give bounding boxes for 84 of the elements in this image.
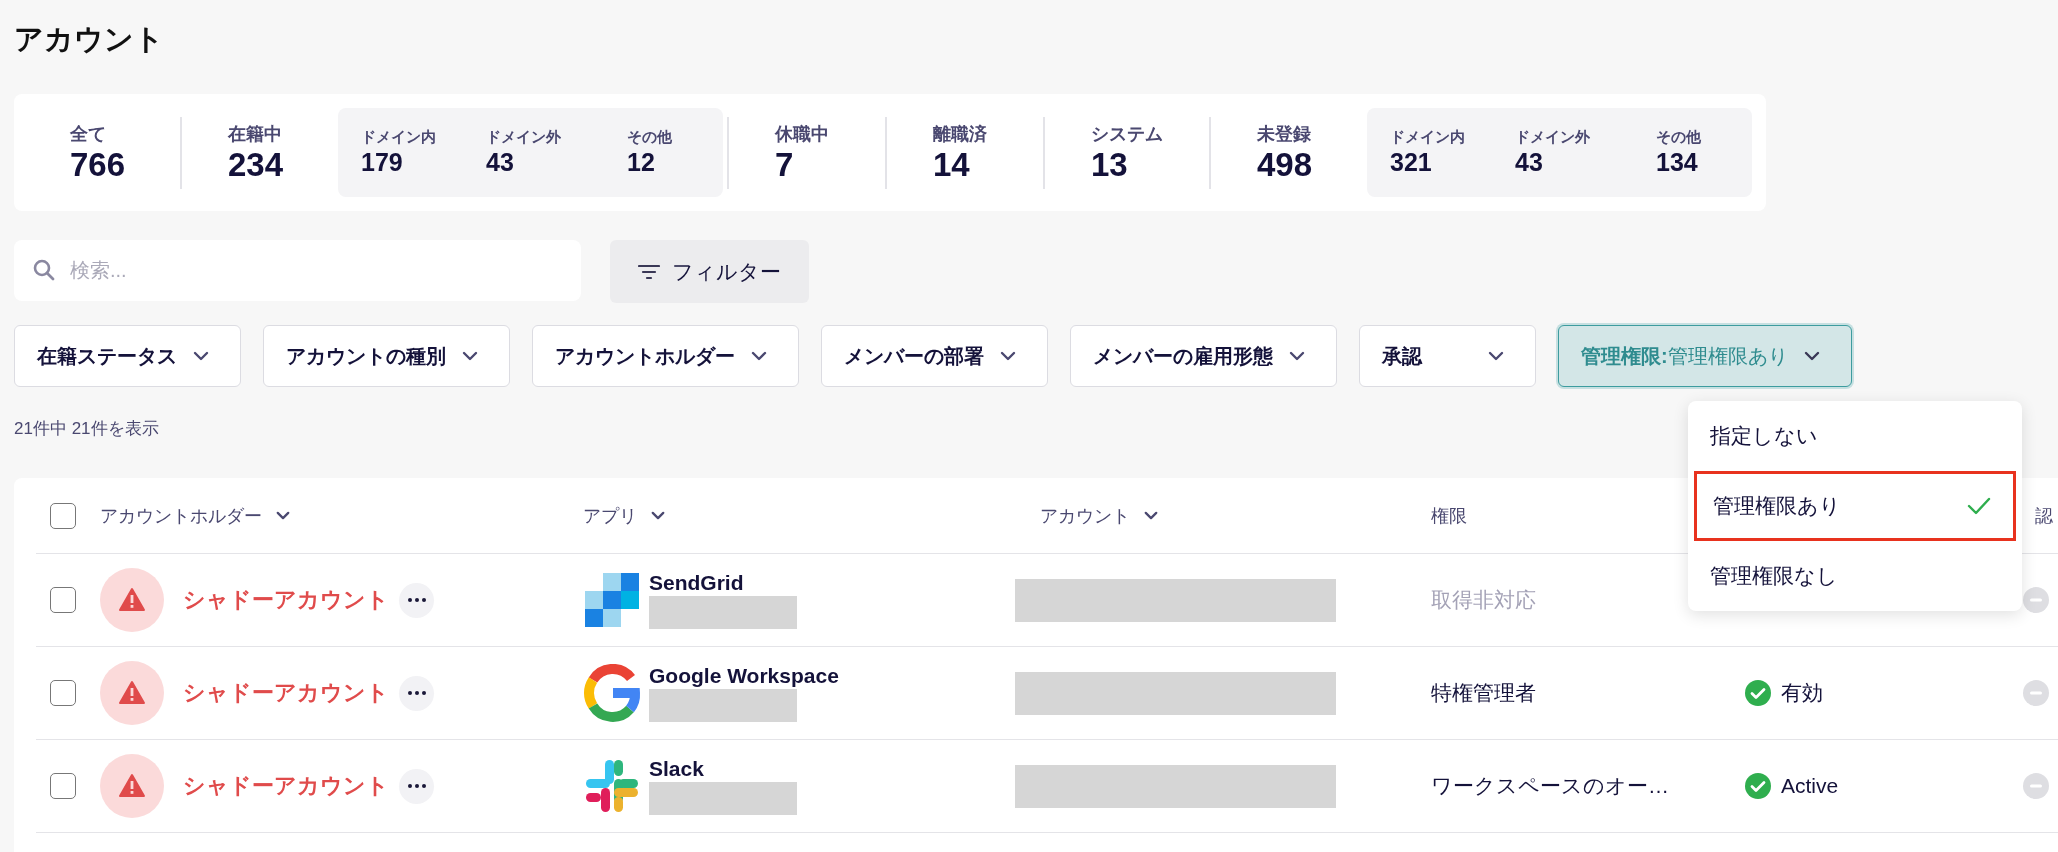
app-name: Google Workspace [649,663,839,688]
app-name: Slack [649,756,705,781]
filter-dropdown[interactable]: アカウントの種別 [263,325,510,387]
chevron-down-icon [651,511,665,520]
filter-dropdown[interactable]: アカウントホルダー [532,325,799,387]
status-text: Active [1781,774,1839,798]
checkbox[interactable] [50,587,76,613]
stat-label: ドメイン外 [486,128,562,147]
stat-value: 498 [1257,145,1314,184]
chevron-down-icon [276,511,290,520]
stat-value: 13 [1091,145,1129,184]
menu-option[interactable]: 管理権限なし [1694,541,2016,611]
stat-label: ドメイン内 [361,128,437,147]
warning-avatar-icon [100,754,164,818]
warning-avatar-icon [100,568,164,632]
chevron-down-icon [462,351,478,361]
menu-option[interactable]: 指定しない [1694,401,2016,471]
chevron-down-icon [1144,511,1158,520]
stat-label: ドメイン内 [1390,128,1466,147]
filter-button[interactable]: フィルター [610,240,809,303]
account-holder-name[interactable]: シャドーアカウント [183,771,389,801]
stat-value: 43 [486,147,515,177]
stat-value: 134 [1656,147,1699,177]
account-holder-name[interactable]: シャドーアカウント [183,678,389,708]
stat-value: 766 [70,145,127,184]
checkmark-icon [1967,497,1991,515]
stat-label: ドメイン外 [1515,128,1591,147]
column-header[interactable]: アカウントホルダー [100,503,290,528]
filter-dropdown[interactable]: メンバーの部署 [821,325,1048,387]
search-icon [32,258,56,282]
more-button[interactable] [399,675,434,711]
checkbox[interactable] [50,680,76,706]
stat-value: 179 [361,147,404,177]
stat-label: 在籍中 [228,122,283,146]
search-field[interactable]: 検索... [14,240,581,301]
stat-label: 未登録 [1257,122,1312,146]
permission-text: 特権管理者 [1431,681,1536,704]
chevron-down-icon [193,351,209,361]
stat-label: 休職中 [775,122,830,146]
chevron-down-icon [751,351,767,361]
stat-value: 12 [627,147,656,177]
stat-label: システム [1091,122,1163,146]
chevron-down-icon [1289,351,1305,361]
filter-dropdown[interactable]: メンバーの雇用形態 [1070,325,1337,387]
warning-avatar-icon [100,661,164,725]
more-icon [407,598,426,602]
minus-circle-icon [2023,680,2049,706]
app-name: SendGrid [649,570,745,595]
app-logo-icon [583,571,641,629]
column-header[interactable]: アカウント [1040,503,1158,528]
more-icon [407,691,426,695]
permission-text: ワークスペースのオー… [1431,774,1669,797]
minus-circle-icon [2023,773,2049,799]
menu-option[interactable]: 管理権限あり [1694,471,2016,541]
chevron-down-icon [1803,351,1820,361]
stat-value: 14 [933,145,971,184]
stat-value: 321 [1390,147,1433,177]
permission-text: 取得非対応 [1431,588,1536,611]
account-holder-name[interactable]: シャドーアカウント [183,585,389,615]
app-logo-icon [583,757,641,815]
stat-value: 43 [1515,147,1544,177]
chevron-down-icon [1000,351,1016,361]
filter-dropdown[interactable]: 在籍ステータス [14,325,241,387]
stat-label: その他 [627,128,673,147]
more-button[interactable] [399,582,434,618]
chevron-down-icon [1488,351,1504,361]
column-header[interactable]: 権限 [1431,503,1467,528]
app-logo-icon [583,664,641,722]
stat-label: 離職済 [933,122,988,146]
stat-label: 全て [70,122,107,146]
result-count: 21件中 21件を表示 [14,418,159,440]
filter-dropdown[interactable]: 承認 [1359,325,1536,387]
more-button[interactable] [399,768,434,804]
more-icon [407,784,426,788]
column-header[interactable]: アプリ [583,503,665,528]
stat-label: その他 [1656,128,1702,147]
stat-value: 234 [228,145,285,184]
filter-icon [638,263,660,280]
checkbox[interactable] [50,773,76,799]
column-header: 認 [2035,504,2053,528]
page-title: アカウント [14,22,165,57]
status-text: 有効 [1781,680,1823,706]
stat-value: 7 [775,145,795,184]
checkbox[interactable] [50,502,76,529]
